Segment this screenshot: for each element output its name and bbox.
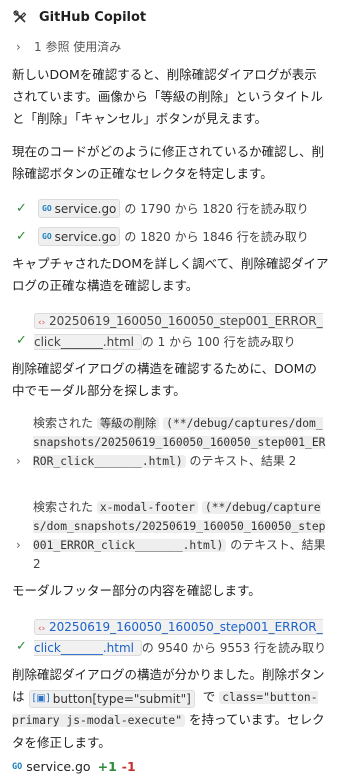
response-paragraph: キャプチャされたDOMを詳しく調べて、削除確認ダイアログの正確な構造を確認します… — [12, 256, 329, 293]
file-chip[interactable]: GO service.go — [38, 199, 121, 218]
tool-step-text: の 1790 から 1820 行を読み取り — [124, 202, 309, 216]
response-paragraph: 新しいDOMを確認すると、削除確認ダイアログが表示されています。画像から「等級の… — [12, 67, 323, 126]
response-paragraph: 現在のコードがどのように修正されているか確認し、削除確認ボタンの正確なセレクタを… — [12, 144, 325, 181]
symbol-chip-label: button[type="submit"] — [52, 692, 191, 706]
html-file-icon: ‹› — [38, 624, 46, 634]
tool-read-step[interactable]: ✓ GO service.go の 1820 から 1846 行を読み取り — [16, 227, 309, 246]
tool-step-text: の 1 から 100 行を読み取り — [141, 335, 296, 349]
tool-read-step[interactable]: ✓ ‹› 20250619_160050_160050_step001_ERRO… — [16, 312, 327, 352]
response-paragraph: 削除確認ダイアログの構造が分かりました。削除ボタンは [▣] button[ty… — [12, 664, 329, 754]
chat-title: GitHub Copilot — [39, 9, 147, 25]
tool-step-text: の 1820 から 1846 行を読み取り — [124, 230, 309, 244]
chevron-right-icon: › — [16, 39, 21, 54]
chevron-right-icon: › — [16, 538, 21, 552]
symbol-chip[interactable]: [▣] button[type="submit"] — [28, 690, 195, 708]
check-icon: ✓ — [16, 229, 27, 244]
tool-read-step[interactable]: ✓ ‹› 20250619_160050_160050_step001_ERRO… — [16, 618, 327, 658]
edited-file-row[interactable]: GO service.go +1 -1 — [12, 759, 136, 774]
go-file-icon: GO — [42, 204, 52, 213]
tool-read-step[interactable]: ✓ GO service.go の 1790 から 1820 行を読み取り — [16, 199, 309, 218]
response-paragraph: モーダルフッター部分の内容を確認します。 — [12, 583, 261, 598]
lines-added: +1 — [97, 759, 117, 774]
symbol-icon: [▣] — [32, 693, 50, 704]
lines-removed: -1 — [121, 759, 136, 774]
search-term-chip: 等級の削除 — [96, 417, 160, 430]
response-paragraph: 削除確認ダイアログの構造を確認するために、DOMの中でモーダル部分を探します。 — [12, 361, 317, 398]
check-icon: ✓ — [16, 639, 27, 654]
paragraph-text: で — [202, 689, 216, 704]
check-icon: ✓ — [16, 201, 27, 216]
search-prefix: 検索された — [33, 500, 94, 514]
html-file-icon: ‹› — [38, 318, 46, 328]
search-prefix: 検索された — [33, 416, 94, 430]
check-icon: ✓ — [16, 333, 27, 348]
chevron-right-icon: › — [16, 454, 21, 468]
references-label: 1 参照 使用済み — [34, 40, 122, 54]
search-step[interactable]: › 検索された x-modal-footer (**/debug/capture… — [16, 498, 327, 574]
copilot-tools-icon — [12, 9, 28, 25]
file-chip-label: service.go — [54, 229, 117, 244]
search-step[interactable]: › 検索された 等級の削除 (**/debug/captures/dom_sna… — [16, 414, 327, 471]
go-file-icon: GO — [12, 761, 23, 772]
go-file-icon: GO — [42, 232, 52, 241]
search-term-chip: x-modal-footer — [96, 501, 199, 514]
edited-file-name: service.go — [26, 759, 91, 774]
file-chip[interactable]: GO service.go — [38, 227, 121, 246]
chat-header: GitHub Copilot — [12, 7, 146, 27]
search-suffix: のテキスト、結果 2 — [189, 454, 297, 468]
tool-step-text: の 9540 から 9553 行を読み取り — [141, 641, 327, 655]
references-toggle[interactable]: › 1 参照 使用済み — [16, 38, 121, 55]
copilot-chat-panel: GitHub Copilot › 1 参照 使用済み 新しいDOMを確認すると、… — [0, 0, 339, 782]
file-chip-label: service.go — [54, 201, 117, 216]
